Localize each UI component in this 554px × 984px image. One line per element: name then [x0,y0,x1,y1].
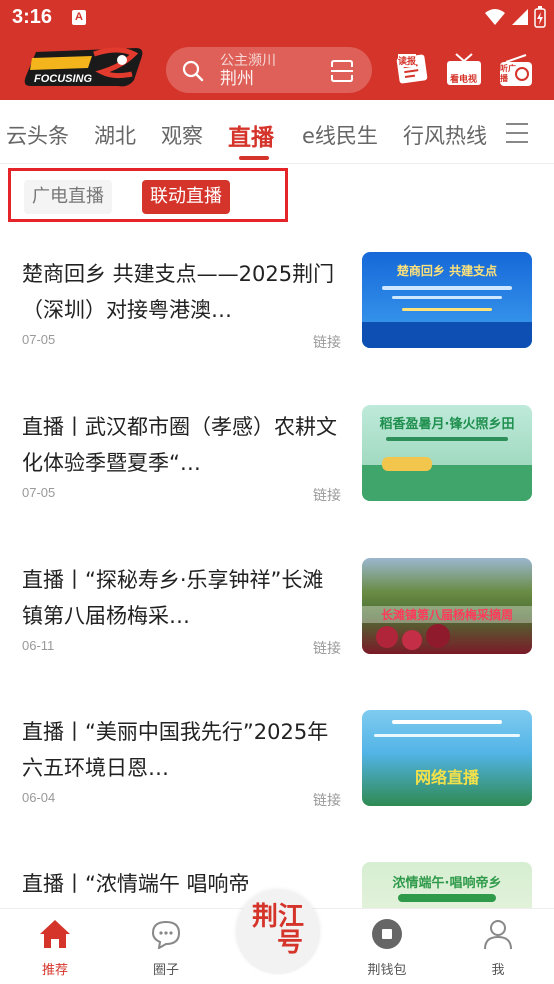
list-item[interactable]: 直播丨“美丽中国我先行”2025年六五环境日恩… 06-04 链接 网络直播 [0,710,554,866]
center-logo-line2: 号 [276,928,303,958]
subtab-broadcast-live[interactable]: 广电直播 [24,180,112,214]
search-placeholder: 公主濒川 荆州 [220,53,276,89]
nav-me-label: 我 [491,963,505,978]
status-icons [484,6,546,30]
thumbnail-caption: 浓情端午·唱响帝乡 [392,876,502,891]
thumbnail-caption: 长滩镇第八届杨梅采摘周 [362,606,532,623]
watch-tv-label: 看电视 [450,72,478,85]
article-title: 直播丨“美丽中国我先行”2025年六五环境日恩… [22,720,329,780]
app-logo: FOCUSING [22,46,146,90]
article-title: 直播丨“探秘寿乡·乐享钟祥”长滩镇第八届杨梅采… [22,568,324,628]
nav-recommend-label: 推荐 [41,963,68,978]
article-title: 楚商回乡 共建支点——2025荆门（深圳）对接粤港澳… [22,262,335,322]
tab-xingfeng-hotline[interactable]: 行风热线 [403,120,487,150]
tab-yun-toutiao[interactable]: 云头条 [6,120,69,150]
article-title: 直播丨武汉都市圈（孝感）农耕文化体验季暨夏季“… [22,415,337,475]
search-bar[interactable]: 公主濒川 荆州 [166,47,372,93]
article-tag: 链接 [313,335,341,351]
wallet-icon [372,919,402,949]
read-newspaper-button[interactable]: 读报 [394,52,434,88]
app-header: 3:16 A FOCUSING 公主濒川 荆州 读报 看电视 听广播 [0,0,554,100]
wifi-icon [484,9,505,25]
channel-tab-bar: 云头条 湖北 观察 直播 e线民生 行风热线 [0,100,554,164]
thumbnail-caption: 楚商回乡 共建支点 [396,264,498,278]
article-tag: 链接 [313,488,341,504]
nav-circle[interactable]: 圈子 [126,917,206,978]
article-date: 06-04 [22,790,56,805]
battery-icon [534,6,546,28]
status-time: 3:16 [12,6,53,28]
tab-guancha[interactable]: 观察 [161,120,203,150]
nav-wallet[interactable]: 荆钱包 [347,917,427,978]
live-subtab-group: 广电直播 联动直播 [8,168,288,222]
tab-hubei[interactable]: 湖北 [94,120,136,150]
article-date: 06-11 [22,638,55,653]
nav-wallet-label: 荆钱包 [367,963,407,978]
user-icon [484,920,512,950]
read-newspaper-label: 读报 [398,54,417,67]
nav-me[interactable]: 我 [458,917,538,978]
signal-icon [511,9,528,25]
search-icon [182,60,204,82]
thumbnail-caption: 稻香盈暑月·锋火照乡田 [379,417,515,432]
center-logo-button[interactable]: 荆江 号 [236,890,320,974]
list-item[interactable]: 楚商回乡 共建支点——2025荆门（深圳）对接粤港澳… 07-05 链接 楚商回… [0,252,554,408]
notification-icon: A [72,10,86,25]
subtab-linked-live[interactable]: 联动直播 [142,180,230,214]
logo-text: FOCUSING [34,73,93,85]
tab-e-minsheng[interactable]: e线民生 [302,120,378,150]
nav-recommend[interactable]: 推荐 [15,917,95,978]
listen-radio-label: 听广播 [500,64,516,83]
article-thumbnail: 网络直播 [362,710,532,806]
article-tag: 链接 [313,793,341,809]
home-icon [40,920,70,948]
list-item[interactable]: 直播丨“探秘寿乡·乐享钟祥”长滩镇第八届杨梅采… 06-11 链接 长滩镇第八届… [0,558,554,714]
active-tab-indicator [239,156,269,160]
center-logo-line1: 荆江 [251,902,304,932]
thumbnail-caption: 网络直播 [414,768,479,787]
article-date: 07-05 [22,485,56,500]
list-item[interactable]: 直播丨武汉都市圈（孝感）农耕文化体验季暨夏季“… 07-05 链接 稻香盈暑月·… [0,405,554,561]
listen-radio-button[interactable]: 听广播 [496,52,536,88]
channel-menu-icon[interactable] [506,123,528,145]
nav-circle-label: 圈子 [152,963,179,978]
search-placeholder-line1: 公主濒川 [220,53,276,69]
chat-bubble-icon [151,920,181,949]
scan-icon[interactable] [330,59,354,83]
search-placeholder-line2: 荆州 [220,69,254,89]
article-thumbnail: 长滩镇第八届杨梅采摘周 [362,558,532,654]
tab-live[interactable]: 直播 [228,118,274,152]
article-date: 07-05 [22,332,56,347]
watch-tv-button[interactable]: 看电视 [444,52,484,88]
center-logo-text: 荆江 号 [236,904,320,956]
article-thumbnail: 稻香盈暑月·锋火照乡田 [362,405,532,501]
status-bar: 3:16 A [0,0,554,36]
article-tag: 链接 [313,641,341,657]
article-thumbnail: 楚商回乡 共建支点 [362,252,532,348]
